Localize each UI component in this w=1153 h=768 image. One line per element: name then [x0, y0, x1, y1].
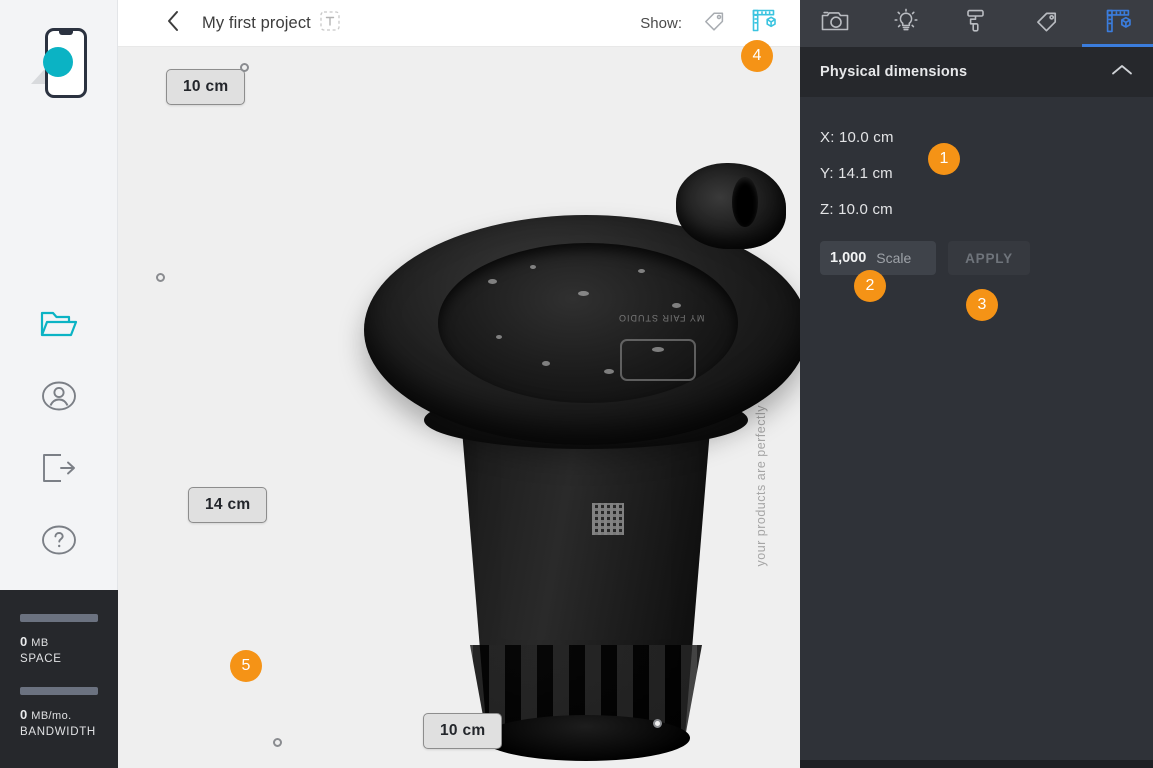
- space-unit: MB: [31, 637, 49, 649]
- show-label: Show:: [640, 14, 682, 32]
- tab-material[interactable]: [941, 0, 1012, 47]
- space-value: 0: [20, 634, 28, 649]
- space-caption: SPACE: [20, 653, 62, 665]
- model-3d-coffee-cup[interactable]: your products are perfectly MY FAIR STUD…: [346, 155, 800, 761]
- sidebar-item-logout[interactable]: [0, 432, 118, 504]
- bandwidth-unit: MB/mo.: [31, 710, 72, 722]
- tab-camera[interactable]: [800, 0, 871, 47]
- left-sidebar: 0 MB SPACE 0 MB/mo. BANDWIDTH: [0, 0, 118, 768]
- tag-icon: [1035, 9, 1060, 39]
- bandwidth-caption: BANDWIDTH: [20, 726, 96, 738]
- tag-icon: [703, 9, 727, 38]
- tab-dimensions[interactable]: [1082, 0, 1153, 47]
- show-tags-toggle[interactable]: [700, 8, 730, 38]
- lid-brand-text: MY FAIR STUDIO: [618, 313, 705, 323]
- text-edit-icon: [319, 10, 341, 37]
- sidebar-nav: [0, 288, 118, 576]
- camera-icon: [821, 9, 849, 38]
- cup-lid: MY FAIR STUDIO: [364, 215, 800, 445]
- space-progress-bar: [20, 614, 98, 622]
- paint-roller-icon: [964, 8, 988, 39]
- collapse-section-button[interactable]: [1111, 63, 1133, 82]
- dimension-z-value: Z: 10.0 cm: [820, 200, 893, 218]
- panel-footer-bar: [800, 760, 1153, 768]
- bbox-handle-bottom-left[interactable]: [273, 738, 282, 747]
- panel-section-header: Physical dimensions: [800, 47, 1153, 97]
- scale-controls: 1,000 Scale APPLY: [800, 227, 1153, 275]
- dimensions-icon: [751, 8, 776, 38]
- sidebar-item-projects[interactable]: [0, 288, 118, 360]
- rename-project-button[interactable]: [319, 10, 341, 37]
- app-logo[interactable]: [0, 22, 118, 102]
- bbox-handle-mid-left[interactable]: [156, 273, 165, 282]
- annotation-badge-1: 1: [928, 143, 960, 175]
- lid-logo-outline: [620, 339, 696, 381]
- scale-input[interactable]: 1,000 Scale: [820, 241, 936, 275]
- bbox-handle-bottom-right[interactable]: [653, 719, 662, 728]
- chevron-left-icon: [165, 9, 181, 38]
- cup-lid-inner-surface: MY FAIR STUDIO: [438, 243, 738, 403]
- tab-lighting[interactable]: [871, 0, 942, 47]
- app-root: 0 MB SPACE 0 MB/mo. BANDWIDTH My first p…: [0, 0, 1153, 768]
- user-circle-icon: [41, 380, 77, 412]
- center-column: My first project Show: your products are…: [118, 0, 800, 768]
- logo-circle-shape: [43, 47, 73, 77]
- cup-lid-spout: [676, 163, 786, 249]
- scale-input-label: Scale: [876, 250, 912, 266]
- dimension-label-height-left[interactable]: 14 cm: [188, 487, 268, 523]
- folder-open-icon: [40, 308, 78, 340]
- dimension-y-value: Y: 14.1 cm: [820, 164, 893, 182]
- bbox-handle-top-left[interactable]: [240, 63, 249, 72]
- stat-space: 0 MB SPACE: [20, 614, 98, 665]
- panel-section-body: X: 10.0 cm Y: 14.1 cm Z: 10.0 cm 1,000 S…: [800, 97, 1153, 275]
- annotation-badge-2: 2: [854, 270, 886, 302]
- annotation-badge-5: 5: [230, 650, 262, 682]
- usage-stats: 0 MB SPACE 0 MB/mo. BANDWIDTH: [0, 590, 118, 768]
- phone-notch: [59, 31, 73, 35]
- cup-qr-code: [592, 503, 624, 535]
- scale-input-value: 1,000: [830, 250, 867, 266]
- bandwidth-value: 0: [20, 707, 28, 722]
- tab-annotations[interactable]: [1012, 0, 1083, 47]
- panel-tab-bar: [800, 0, 1153, 47]
- apply-button[interactable]: APPLY: [948, 241, 1030, 275]
- dimension-label-width-top[interactable]: 10 cm: [166, 69, 246, 105]
- logout-icon: [41, 453, 77, 483]
- dimension-x-value: X: 10.0 cm: [820, 128, 894, 146]
- help-circle-icon: [41, 524, 77, 556]
- chevron-up-icon: [1111, 63, 1133, 82]
- panel-section-title: Physical dimensions: [820, 64, 968, 80]
- bandwidth-progress-bar: [20, 687, 98, 695]
- topbar-show-controls: Show:: [640, 8, 778, 38]
- cup-spout-hole: [732, 177, 758, 227]
- dimensions-icon: [1105, 8, 1131, 39]
- annotation-badge-4: 4: [741, 40, 773, 72]
- back-button[interactable]: [156, 6, 190, 40]
- right-panel: Physical dimensions X: 10.0 cm Y: 14.1 c…: [800, 0, 1153, 768]
- light-bulb-icon: [893, 8, 919, 39]
- sidebar-item-help[interactable]: [0, 504, 118, 576]
- top-bar: My first project Show:: [118, 0, 800, 47]
- show-dimensions-toggle[interactable]: [748, 8, 778, 38]
- page-title: My first project: [202, 13, 311, 32]
- sidebar-item-account[interactable]: [0, 360, 118, 432]
- viewport-canvas[interactable]: your products are perfectly MY FAIR STUD…: [118, 47, 800, 768]
- dimension-label-depth-bottom[interactable]: 10 cm: [423, 713, 503, 749]
- annotation-badge-3: 3: [966, 289, 998, 321]
- cup-printed-text: your products are perfectly: [754, 405, 768, 567]
- stat-bandwidth: 0 MB/mo. BANDWIDTH: [20, 687, 98, 738]
